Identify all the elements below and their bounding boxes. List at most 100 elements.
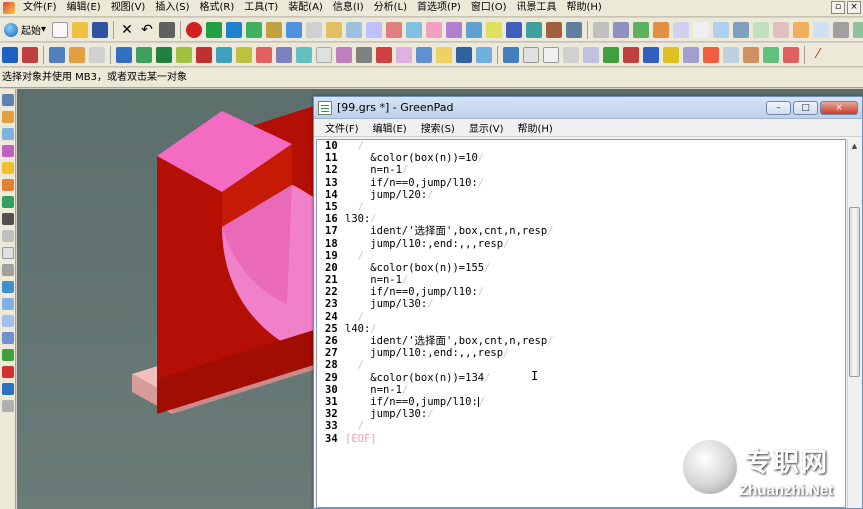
reuse-library-icon[interactable]	[2, 145, 14, 157]
close-icon[interactable]: ×	[847, 1, 861, 14]
roles-icon[interactable]	[2, 247, 14, 259]
web-browser-icon[interactable]	[2, 179, 14, 191]
menu-insert[interactable]: 插入(S)	[150, 0, 194, 16]
hole-icon[interactable]	[346, 21, 363, 38]
measure-icon[interactable]	[276, 46, 292, 63]
sphere-icon[interactable]	[286, 21, 303, 38]
box-icon[interactable]	[2, 298, 14, 310]
minimize-icon[interactable]: –	[766, 101, 791, 115]
trim-body-icon[interactable]	[546, 21, 563, 38]
model-icon[interactable]	[116, 46, 132, 63]
menu-tools[interactable]: 工具(T)	[239, 0, 283, 16]
settings-icon[interactable]	[2, 400, 14, 412]
edge-blend-icon[interactable]	[466, 21, 483, 38]
new-file-icon[interactable]	[52, 21, 69, 38]
shaded-icon[interactable]	[613, 21, 630, 38]
refresh-icon[interactable]	[2, 349, 14, 361]
right-view-icon[interactable]	[813, 21, 830, 38]
zoom-icon[interactable]	[713, 21, 730, 38]
cube-icon[interactable]	[2, 281, 14, 293]
process-studio-icon[interactable]	[2, 230, 14, 242]
solid-icon[interactable]	[2, 332, 14, 344]
pan-icon[interactable]	[693, 21, 710, 38]
gp-menu-search[interactable]: 搜索(S)	[414, 120, 462, 135]
chamfer-icon[interactable]	[486, 21, 503, 38]
fit-icon[interactable]	[733, 21, 750, 38]
wcs-icon[interactable]	[503, 46, 519, 63]
feature-icon[interactable]	[206, 21, 223, 38]
snap-grid-icon[interactable]	[2, 46, 18, 63]
grid-icon[interactable]	[543, 46, 559, 63]
slot-icon[interactable]	[406, 21, 423, 38]
section-icon[interactable]	[833, 21, 850, 38]
check-icon[interactable]	[603, 46, 619, 63]
point-icon[interactable]	[723, 46, 739, 63]
system-materials-icon[interactable]	[2, 213, 14, 225]
warning-icon[interactable]	[663, 46, 679, 63]
menu-info[interactable]: 信息(I)	[328, 0, 369, 16]
csys-icon[interactable]	[783, 46, 799, 63]
surface-icon[interactable]	[236, 46, 252, 63]
macro-icon[interactable]	[683, 46, 699, 63]
thicken-icon[interactable]	[526, 21, 543, 38]
menu-preferences[interactable]: 首选项(P)	[412, 0, 466, 16]
menu-file[interactable]: 文件(F)	[18, 0, 62, 16]
assembly-icon[interactable]	[216, 46, 232, 63]
book-icon[interactable]	[49, 46, 65, 63]
save-icon[interactable]	[92, 21, 109, 38]
gp-menu-file[interactable]: 文件(F)	[318, 120, 366, 135]
lamp-icon[interactable]	[436, 46, 452, 63]
gp-menu-edit[interactable]: 编辑(E)	[366, 120, 414, 135]
groove-icon[interactable]	[426, 21, 443, 38]
menu-window[interactable]: 窗口(O)	[466, 0, 512, 16]
snap-point-icon[interactable]	[22, 46, 38, 63]
iso-view-icon[interactable]	[753, 21, 770, 38]
render-settings-icon[interactable]	[476, 46, 492, 63]
sketch-icon[interactable]	[136, 46, 152, 63]
revolve-icon[interactable]	[326, 21, 343, 38]
menu-format[interactable]: 格式(R)	[195, 0, 240, 16]
pattern-icon[interactable]	[336, 46, 352, 63]
split-body-icon[interactable]	[566, 21, 583, 38]
maximize-icon[interactable]: □	[793, 101, 818, 115]
mirror-icon[interactable]	[356, 46, 372, 63]
pocket-icon[interactable]	[386, 21, 403, 38]
wireframe-icon[interactable]	[633, 21, 650, 38]
history-icon[interactable]	[2, 196, 14, 208]
block-outline-icon[interactable]	[2, 315, 14, 327]
start-button[interactable]: 起始 ▾	[0, 22, 50, 37]
color-icon[interactable]	[396, 46, 412, 63]
plane-icon[interactable]	[743, 46, 759, 63]
record-icon[interactable]	[186, 21, 203, 38]
boss-icon[interactable]	[366, 21, 383, 38]
line-tool-icon[interactable]: ⁄	[810, 47, 826, 63]
stop-icon[interactable]	[623, 46, 639, 63]
menu-xunjing-tools[interactable]: 讯景工具	[512, 0, 562, 16]
ruler-icon[interactable]	[523, 46, 539, 63]
table-icon[interactable]	[316, 46, 332, 63]
drawing-icon[interactable]	[196, 46, 212, 63]
pad-icon[interactable]	[446, 21, 463, 38]
cylinder-icon[interactable]	[246, 21, 263, 38]
layers-icon[interactable]	[2, 383, 14, 395]
hd3d-tools-icon[interactable]	[2, 162, 14, 174]
layer-icon[interactable]	[653, 21, 670, 38]
expression-icon[interactable]	[416, 46, 432, 63]
block-icon[interactable]	[226, 21, 243, 38]
print-icon[interactable]	[159, 21, 176, 38]
palette-icon[interactable]	[89, 46, 105, 63]
drafting-icon[interactable]	[176, 46, 192, 63]
scroll-thumb[interactable]	[849, 207, 860, 377]
render-icon[interactable]	[853, 21, 863, 38]
front-view-icon[interactable]	[793, 21, 810, 38]
grid-view-icon[interactable]	[2, 366, 14, 378]
camera-icon[interactable]	[456, 46, 472, 63]
top-view-icon[interactable]	[773, 21, 790, 38]
cone-icon[interactable]	[266, 21, 283, 38]
curve-icon[interactable]	[256, 46, 272, 63]
greenpad-titlebar[interactable]: [99.grs *] - GreenPad – □ ×	[314, 97, 862, 119]
scroll-up-arrow-icon[interactable]: ▲	[848, 139, 861, 153]
constraint-navigator-icon[interactable]	[2, 111, 14, 123]
assembly-navigator-icon[interactable]	[2, 94, 14, 106]
lightbulb-icon[interactable]	[69, 46, 85, 63]
